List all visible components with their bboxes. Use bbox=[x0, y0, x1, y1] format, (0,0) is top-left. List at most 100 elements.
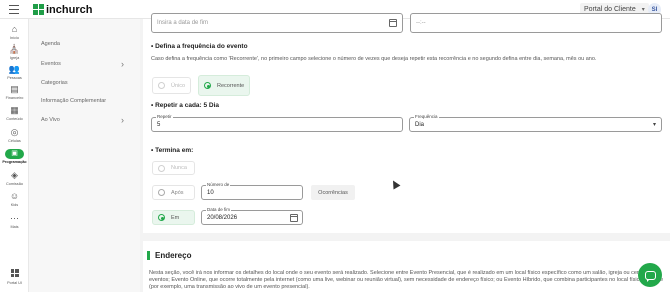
rail-item-9[interactable]: ☺ Kids bbox=[0, 191, 29, 207]
ends-section-title: • Termina em: bbox=[151, 147, 194, 154]
rail-item-4[interactable]: ▤ Financeiro bbox=[0, 84, 29, 100]
submenu-item-ao-vivo[interactable]: Ao Vivo › bbox=[41, 115, 136, 125]
frequency-select-value: Dia bbox=[415, 122, 425, 128]
repeat-input[interactable]: Repetir 5 bbox=[151, 114, 403, 132]
recurrence-card: Insira a data de fim --:-- • Defina a fr… bbox=[143, 13, 670, 233]
radio-dot-selected bbox=[204, 82, 211, 89]
logo-text: inchurch bbox=[46, 3, 93, 16]
frequency-section-title: • Defina a frequência do evento bbox=[151, 43, 248, 50]
radio-never-label: Nunca bbox=[171, 165, 187, 171]
calendar-icon[interactable] bbox=[389, 19, 397, 27]
frequency-select-label: Frequência bbox=[414, 114, 439, 119]
repeat-title-text: Repetir a cada: 5 Dia bbox=[155, 102, 220, 109]
rail-item-label: Financeiro bbox=[5, 96, 24, 100]
radio-dot bbox=[158, 189, 165, 196]
rail-item-1[interactable]: ⌂ Início bbox=[0, 24, 29, 40]
portal-select-label: Portal do Cliente bbox=[584, 6, 636, 13]
radio-recurrent[interactable]: Recorrente bbox=[198, 75, 250, 96]
occurrences-label: Ocorrências bbox=[311, 185, 355, 200]
commission-icon: ◈ bbox=[11, 170, 18, 180]
rail-item-label: Comissão bbox=[6, 182, 23, 186]
occurrences-input[interactable]: Número de 10 bbox=[201, 182, 303, 200]
more-icon: ⋯ bbox=[10, 213, 19, 223]
end-date-input[interactable]: Insira a data de fim bbox=[151, 13, 403, 33]
chevron-down-icon: ▾ bbox=[652, 122, 656, 128]
address-card: Endereço Nesta seção, você irá nos infor… bbox=[143, 241, 670, 292]
rail-item-label: Início bbox=[9, 36, 20, 40]
frequency-title-text: Defina a frequência do evento bbox=[155, 43, 248, 50]
occurrences-input-value: 10 bbox=[207, 190, 214, 196]
end-time-input[interactable]: --:-- bbox=[410, 13, 662, 33]
submenu-item-eventos[interactable]: Eventos › bbox=[41, 59, 136, 69]
end-on-date-label: Data de fim bbox=[206, 207, 232, 212]
kids-icon: ☺ bbox=[9, 191, 20, 201]
chevron-down-icon: ▾ bbox=[641, 7, 645, 13]
repeat-section-title: • Repetir a cada: 5 Dia bbox=[151, 102, 220, 109]
rail-item-6[interactable]: ◎ Células bbox=[0, 127, 29, 143]
submenu-item-categorias[interactable]: Categorias bbox=[41, 80, 136, 86]
radio-on-date[interactable]: Em bbox=[152, 210, 195, 225]
main-content: Insira a data de fim --:-- • Defina a fr… bbox=[140, 13, 670, 292]
chevron-right-icon: › bbox=[121, 115, 124, 125]
rail-item-label: Programação bbox=[2, 160, 27, 164]
end-on-date-value: 20/08/2026 bbox=[207, 215, 238, 221]
submenu-item-label: Ao Vivo bbox=[41, 117, 60, 123]
submenu-item-label: Informação Complementar bbox=[41, 98, 107, 104]
cells-icon: ◎ bbox=[10, 127, 19, 137]
rail-item-label: Igreja bbox=[9, 56, 20, 60]
address-description: Nesta seção, você irá nos informar os de… bbox=[149, 270, 664, 290]
submenu-item-label: Categorias bbox=[41, 80, 68, 86]
radio-recurrent-label: Recorrente bbox=[217, 82, 245, 89]
people-icon: 👥 bbox=[8, 64, 21, 74]
chat-button[interactable] bbox=[638, 263, 662, 287]
app-root: inchurch Portal do Cliente ▾ SI ⌂ Início ⛪… bbox=[0, 0, 670, 292]
submenu-item-label: Agenda bbox=[41, 41, 60, 47]
radio-never[interactable]: Nunca bbox=[152, 161, 195, 175]
radio-after-label: Após bbox=[171, 189, 184, 196]
calendar-icon[interactable] bbox=[290, 214, 298, 222]
radio-dot bbox=[158, 82, 165, 89]
finance-icon: ▤ bbox=[10, 84, 19, 94]
rail-item-label: Kids bbox=[10, 203, 19, 207]
submenu-item-agenda[interactable]: Agenda bbox=[41, 41, 136, 47]
radio-dot bbox=[158, 164, 165, 172]
radio-on-date-label: Em bbox=[171, 214, 180, 221]
rail-item-label: Pessoas bbox=[7, 76, 22, 80]
content-icon: ▦ bbox=[10, 105, 19, 115]
rail-item-3[interactable]: 👥 Pessoas bbox=[0, 64, 29, 80]
rail-item-2[interactable]: ⛪ Igreja bbox=[0, 44, 29, 60]
end-time-placeholder: --:-- bbox=[416, 20, 426, 26]
rail-item-11[interactable]: Portal UI bbox=[0, 269, 29, 285]
rail-item-label: Portal UI bbox=[7, 281, 22, 285]
repeat-input-value: 5 bbox=[157, 122, 161, 128]
submenu-item-label: Eventos bbox=[41, 61, 61, 67]
rail-item-label: Conteúdo bbox=[6, 117, 23, 121]
repeat-input-label: Repetir bbox=[156, 114, 173, 119]
submenu-item-informacao-complementar[interactable]: Informação Complementar bbox=[41, 98, 136, 104]
end-on-date-input[interactable]: Data de fim 20/08/2026 bbox=[201, 207, 303, 225]
home-icon: ⌂ bbox=[11, 24, 18, 34]
occurrences-input-label: Número de bbox=[206, 182, 231, 187]
ends-title-text: Termina em: bbox=[155, 147, 194, 154]
frequency-description: Caso defina a frequência como 'Recorrent… bbox=[151, 56, 597, 62]
radio-after[interactable]: Após bbox=[152, 185, 195, 200]
radio-unique-label: Único bbox=[171, 82, 186, 89]
rail-item-7[interactable]: ▣ Programação bbox=[0, 149, 29, 164]
apps-icon bbox=[8, 269, 21, 280]
rail-item-5[interactable]: ▦ Conteúdo bbox=[0, 105, 29, 121]
inchurch-logo[interactable]: inchurch bbox=[33, 3, 92, 16]
frequency-select[interactable]: Frequência Dia ▾ bbox=[409, 114, 662, 132]
end-date-placeholder: Insira a data de fim bbox=[157, 20, 209, 26]
logo-icon bbox=[33, 4, 44, 15]
rail-item-label: Mais bbox=[10, 225, 19, 229]
rail-item-8[interactable]: ◈ Comissão bbox=[0, 170, 29, 186]
chevron-right-icon: › bbox=[121, 59, 124, 69]
main-nav-rail: ⌂ Início ⛪ Igreja 👥 Pessoas ▤ Financeiro ▦ Conteú… bbox=[0, 19, 29, 292]
radio-unique[interactable]: Único bbox=[152, 77, 191, 94]
rail-item-10[interactable]: ⋯ Mais bbox=[0, 213, 29, 229]
rail-item-label: Células bbox=[8, 139, 21, 143]
menu-icon[interactable] bbox=[9, 5, 19, 14]
calendar-icon: ▣ bbox=[5, 149, 24, 159]
address-section-title: Endereço bbox=[147, 251, 191, 260]
programacao-submenu: Agenda Eventos › Categorias Informação Co… bbox=[29, 19, 140, 292]
